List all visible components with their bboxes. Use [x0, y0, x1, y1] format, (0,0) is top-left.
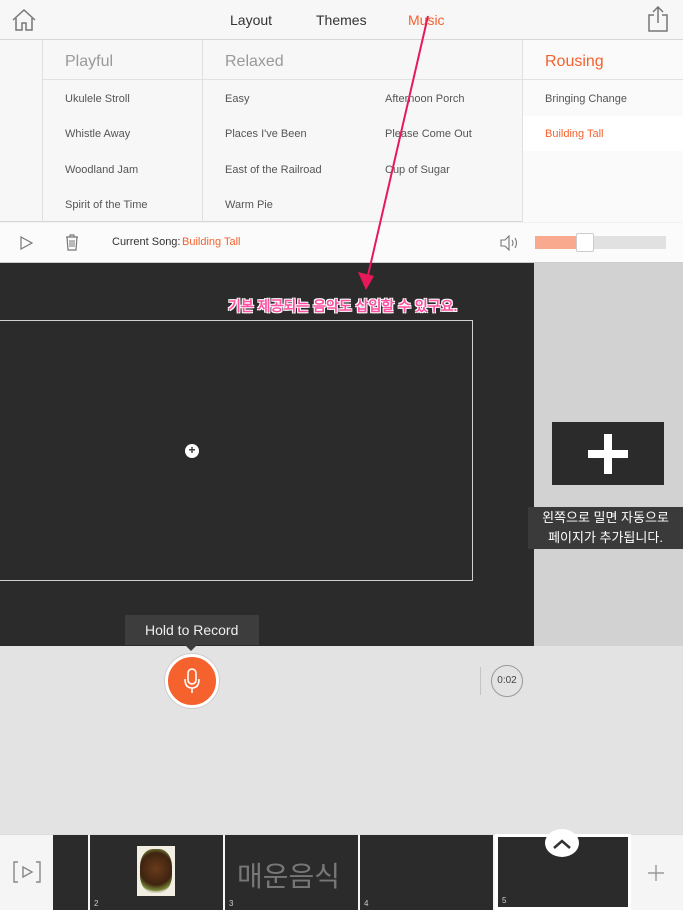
- page-thumbnail[interactable]: 4: [360, 835, 493, 910]
- page-thumbnail[interactable]: 2: [90, 835, 223, 910]
- app-window: Layout Themes Music Playful Ukulele Stro…: [0, 0, 683, 910]
- add-content-icon[interactable]: +: [185, 444, 199, 458]
- top-toolbar: Layout Themes Music: [0, 0, 683, 40]
- duration-badge: 0:02: [491, 665, 523, 697]
- divider: [480, 667, 481, 695]
- food-photo: [137, 846, 175, 896]
- current-song-bar: Current Song: Building Tall: [0, 223, 683, 263]
- share-icon[interactable]: [647, 6, 669, 32]
- page-number: 2: [94, 899, 99, 908]
- song-item[interactable]: Spirit of the Time: [65, 199, 148, 211]
- current-song-label: Current Song:: [112, 236, 181, 248]
- microphone-icon: [184, 668, 200, 693]
- home-icon[interactable]: [11, 8, 37, 32]
- current-song-name: Building Tall: [182, 236, 241, 248]
- category-header-rousing[interactable]: Rousing: [523, 40, 683, 80]
- song-item[interactable]: Bringing Change: [545, 93, 627, 105]
- annotation-add-page: 왼쪽으로 밀면 자동으로 페이지가 추가됩니다.: [528, 507, 683, 549]
- photo-placeholder-frame[interactable]: +: [0, 320, 473, 581]
- volume-slider[interactable]: [535, 233, 666, 252]
- song-item[interactable]: Easy: [225, 93, 249, 105]
- slide-title-text: 매운음식: [237, 861, 341, 892]
- trash-icon[interactable]: [65, 234, 79, 251]
- page-number: 4: [364, 899, 369, 908]
- play-icon[interactable]: [20, 236, 33, 250]
- page-number: 3: [229, 899, 234, 908]
- page-thumbnail[interactable]: 매운음식 3: [225, 835, 358, 910]
- song-item[interactable]: Warm Pie: [225, 199, 273, 211]
- song-item-selected[interactable]: Building Tall: [545, 128, 604, 140]
- plus-icon: [588, 434, 628, 474]
- narration-area: [0, 646, 683, 834]
- tab-layout[interactable]: Layout: [230, 12, 272, 28]
- preview-play-icon[interactable]: [13, 861, 41, 883]
- add-page-icon[interactable]: [648, 865, 664, 881]
- annotation-line: 왼쪽으로 밀면 자동으로: [542, 510, 669, 525]
- annotation-arrow: [358, 15, 429, 290]
- song-item[interactable]: East of the Railroad: [225, 164, 322, 176]
- record-tooltip: Hold to Record: [125, 615, 259, 651]
- add-page-button[interactable]: [552, 422, 664, 485]
- food-photo-content: [140, 849, 172, 893]
- song-item[interactable]: Whistle Away: [65, 128, 130, 140]
- category-playful: Playful Ukulele Stroll Whistle Away Wood…: [43, 40, 202, 222]
- page-thumbnail[interactable]: [53, 835, 88, 910]
- category-rousing: Rousing Bringing Change Building Tall: [523, 40, 683, 222]
- song-item[interactable]: Woodland Jam: [65, 164, 138, 176]
- music-panel: Playful Ukulele Stroll Whistle Away Wood…: [0, 40, 683, 222]
- annotation-line: 페이지가 추가됩니다.: [548, 530, 663, 545]
- volume-fill: [535, 236, 576, 249]
- song-item[interactable]: Ukulele Stroll: [65, 93, 130, 105]
- category-header-playful[interactable]: Playful: [43, 40, 202, 80]
- collapse-button[interactable]: [545, 829, 579, 857]
- song-item[interactable]: Places I've Been: [225, 128, 307, 140]
- volume-icon: [500, 235, 518, 251]
- volume-thumb[interactable]: [575, 233, 594, 252]
- page-number: 5: [502, 896, 507, 905]
- record-button[interactable]: [165, 654, 219, 708]
- chevron-up-icon: [553, 839, 571, 849]
- annotation-music: 기본 제공되는 음악도 삽입할 수 있구요.: [228, 298, 458, 314]
